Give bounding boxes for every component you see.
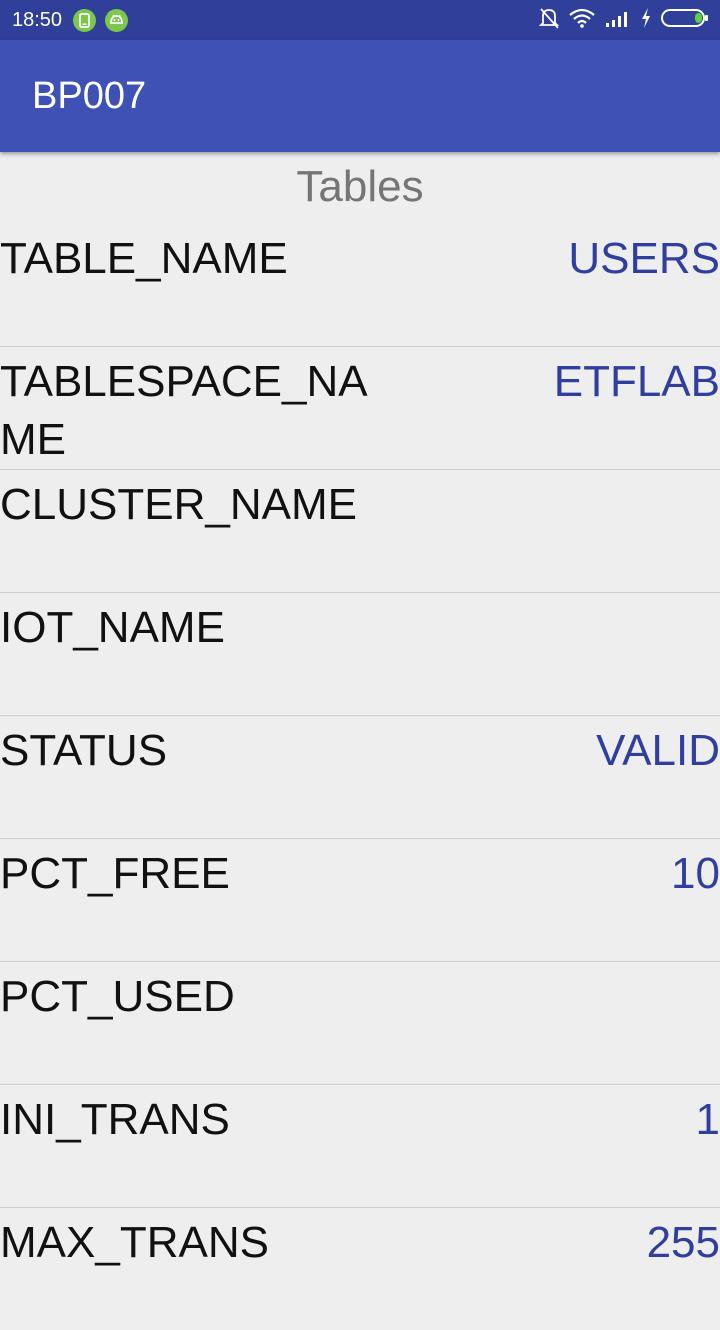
row-value: USERS (568, 234, 720, 283)
mute-icon (538, 6, 560, 35)
row-value: 10 (671, 849, 720, 898)
status-time: 18:50 (12, 9, 63, 31)
app-bar: BP007 (0, 40, 720, 152)
table-row[interactable]: STATUS VALID (0, 716, 720, 839)
table-row[interactable]: TABLESPACE_NAME ETFLAB (0, 347, 720, 470)
row-value: ETFLAB (553, 357, 720, 406)
android-notification-icon (105, 9, 128, 32)
row-key: IOT_NAME (0, 603, 225, 652)
charging-icon (640, 7, 652, 34)
table-row[interactable]: PCT_FREE 10 (0, 839, 720, 962)
row-key: PCT_USED (0, 972, 235, 1021)
row-key: CLUSTER_NAME (0, 480, 357, 529)
row-value: VALID (596, 726, 720, 775)
status-icons (538, 6, 710, 35)
status-bar: 18:50 (0, 0, 720, 40)
table-row[interactable]: TABLE_NAME USERS (0, 224, 720, 347)
table-row[interactable]: MAX_TRANS 255 (0, 1208, 720, 1330)
wifi-icon (568, 7, 596, 34)
table-row[interactable]: IOT_NAME (0, 593, 720, 716)
section-title: Tables (296, 162, 424, 211)
row-key: MAX_TRANS (0, 1218, 269, 1267)
row-key: INI_TRANS (0, 1095, 230, 1144)
table-row[interactable]: CLUSTER_NAME (0, 470, 720, 593)
battery-icon (660, 7, 710, 34)
table-properties-list: TABLE_NAME USERS TABLESPACE_NAME ETFLAB … (0, 224, 720, 1330)
signal-icon (604, 8, 632, 33)
app-title: BP007 (32, 75, 147, 117)
row-key: TABLE_NAME (0, 234, 288, 283)
row-key: STATUS (0, 726, 168, 775)
table-row[interactable]: INI_TRANS 1 (0, 1085, 720, 1208)
phone-notification-icon (73, 9, 96, 32)
row-value: 1 (695, 1095, 720, 1144)
table-row[interactable]: PCT_USED (0, 962, 720, 1085)
row-key: PCT_FREE (0, 849, 230, 898)
row-key: TABLESPACE_NAME (0, 357, 368, 464)
row-value: 255 (646, 1218, 720, 1267)
